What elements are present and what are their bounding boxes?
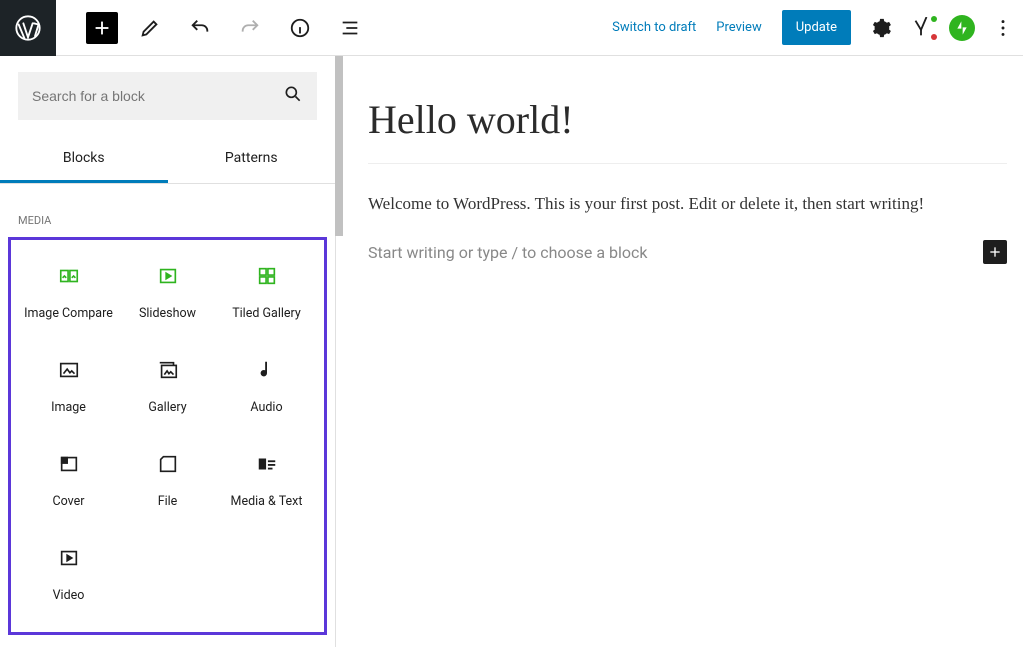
info-icon[interactable] [282, 10, 318, 46]
audio-icon [255, 358, 279, 382]
block-label: File [158, 494, 178, 509]
gallery-icon [156, 358, 180, 382]
more-options-icon[interactable] [991, 16, 1015, 40]
tab-blocks[interactable]: Blocks [0, 136, 168, 183]
block-video[interactable]: Video [19, 530, 118, 624]
search-icon [283, 84, 303, 108]
block-label: Tiled Gallery [232, 306, 301, 321]
edit-tool-icon[interactable] [132, 10, 168, 46]
add-block-toggle[interactable] [86, 12, 118, 44]
file-icon [156, 452, 180, 476]
inserter-tabs: Blocks Patterns [0, 136, 335, 184]
block-label: Image Compare [24, 306, 113, 321]
editor-top-toolbar: Switch to draft Preview Update [0, 0, 1023, 56]
section-media-label: MEDIA [0, 184, 335, 237]
post-body-paragraph[interactable]: Welcome to WordPress. This is your first… [368, 194, 1007, 214]
media-text-icon [255, 452, 279, 476]
cover-icon [57, 452, 81, 476]
block-gallery[interactable]: Gallery [118, 342, 217, 436]
block-label: Audio [250, 400, 282, 415]
new-block-placeholder-row: Start writing or type / to choose a bloc… [368, 240, 1007, 264]
block-slideshow[interactable]: Slideshow [118, 248, 217, 342]
block-label: Cover [52, 494, 84, 509]
image-compare-icon [57, 264, 81, 288]
wordpress-logo[interactable] [0, 0, 56, 56]
block-audio[interactable]: Audio [217, 342, 316, 436]
preview-button[interactable]: Preview [706, 20, 771, 35]
block-media-text[interactable]: Media & Text [217, 436, 316, 530]
block-file[interactable]: File [118, 436, 217, 530]
block-tiled-gallery[interactable]: Tiled Gallery [217, 248, 316, 342]
tab-patterns[interactable]: Patterns [168, 136, 336, 183]
yoast-icon[interactable] [909, 16, 933, 40]
media-blocks-grid: Image Compare Slideshow Tiled Gallery Im… [8, 237, 327, 635]
block-label: Media & Text [231, 494, 303, 509]
block-inserter-panel: Blocks Patterns MEDIA Image Compare Slid… [0, 56, 336, 647]
block-label: Slideshow [139, 306, 196, 321]
outline-icon[interactable] [332, 10, 368, 46]
video-icon [57, 546, 81, 570]
image-icon [57, 358, 81, 382]
tiled-gallery-icon [255, 264, 279, 288]
block-image[interactable]: Image [19, 342, 118, 436]
redo-icon[interactable] [232, 10, 268, 46]
jetpack-icon[interactable] [949, 15, 975, 41]
block-cover[interactable]: Cover [19, 436, 118, 530]
update-button[interactable]: Update [782, 10, 851, 45]
block-label: Gallery [148, 400, 186, 415]
block-label: Image [51, 400, 86, 415]
block-search-input[interactable] [32, 88, 283, 104]
new-block-placeholder[interactable]: Start writing or type / to choose a bloc… [368, 243, 983, 262]
scrollbar-thumb[interactable] [335, 56, 343, 236]
main-area: Blocks Patterns MEDIA Image Compare Slid… [0, 56, 1023, 647]
switch-to-draft-button[interactable]: Switch to draft [602, 20, 706, 35]
undo-icon[interactable] [182, 10, 218, 46]
post-editor: Hello world! Welcome to WordPress. This … [336, 56, 1023, 647]
post-title[interactable]: Hello world! [368, 96, 1007, 164]
settings-gear-icon[interactable] [869, 16, 893, 40]
block-label: Video [53, 588, 85, 603]
block-search-box[interactable] [18, 72, 317, 120]
slideshow-icon [156, 264, 180, 288]
add-block-inline-button[interactable] [983, 240, 1007, 264]
block-image-compare[interactable]: Image Compare [19, 248, 118, 342]
